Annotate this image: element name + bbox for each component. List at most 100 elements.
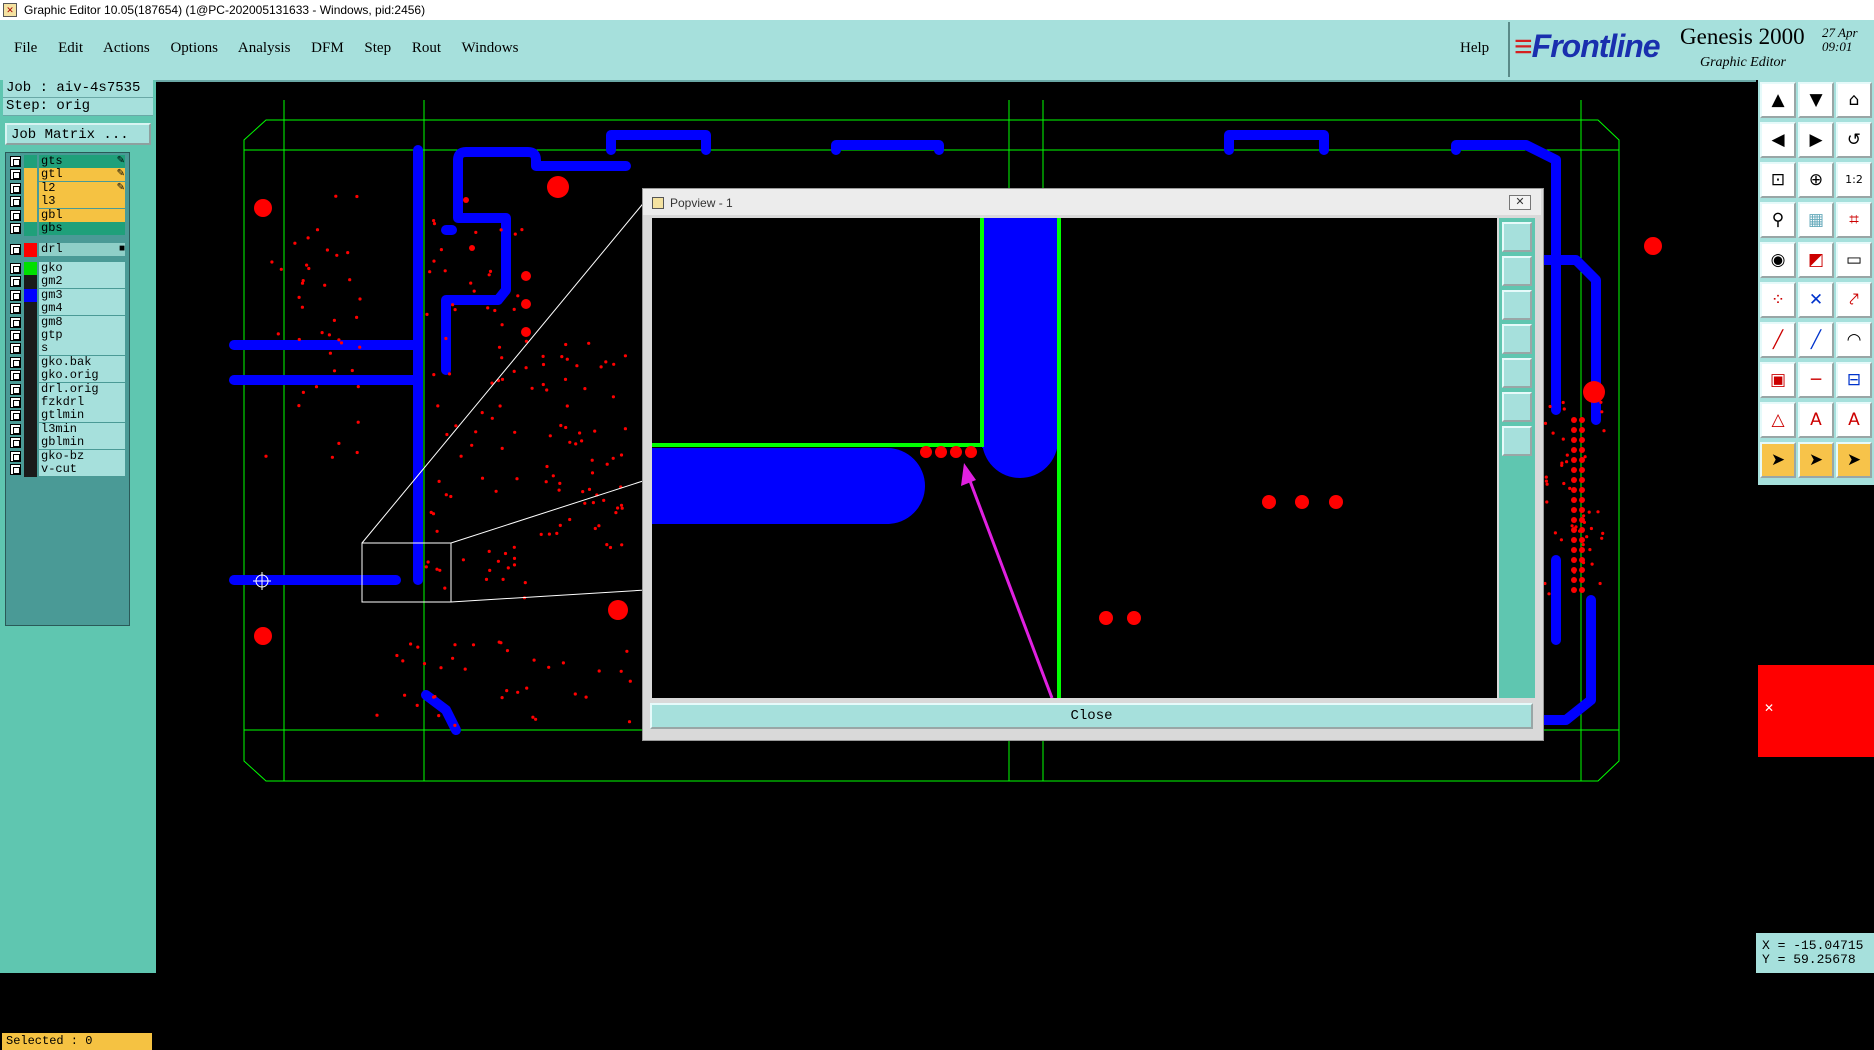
- layer-row[interactable]: gko: [8, 262, 127, 276]
- layer-row[interactable]: v-cut: [8, 463, 127, 477]
- move-right-button[interactable]: ▶: [1798, 122, 1834, 158]
- menu-help[interactable]: Help: [1460, 40, 1489, 57]
- pan-up-button[interactable]: [1502, 256, 1532, 286]
- home-button[interactable]: ⌂: [1836, 82, 1872, 118]
- snap-button[interactable]: ⚲: [1760, 202, 1796, 238]
- layer-checkbox[interactable]: [10, 182, 21, 194]
- layer-checkbox[interactable]: [10, 410, 21, 422]
- pan-down-button[interactable]: [1502, 290, 1532, 320]
- layer-checkbox[interactable]: [10, 209, 21, 221]
- net-button[interactable]: ⌗: [1836, 202, 1872, 238]
- trace-button[interactable]: ─: [1798, 362, 1834, 398]
- menu-edit[interactable]: Edit: [58, 40, 83, 56]
- layer-checkbox[interactable]: [10, 356, 21, 368]
- layer-row[interactable]: gtl ✎: [8, 168, 127, 183]
- zoom-out-button[interactable]: [1502, 426, 1532, 456]
- select-arrow-button[interactable]: ➤: [1760, 442, 1796, 478]
- menu-rout[interactable]: Rout: [412, 40, 441, 56]
- layer-checkbox[interactable]: [10, 169, 21, 181]
- layer-checkbox[interactable]: [10, 276, 21, 288]
- menu-analysis[interactable]: Analysis: [238, 40, 291, 56]
- zoom-fit-button[interactable]: ⊡: [1760, 162, 1796, 198]
- layer-checkbox[interactable]: [10, 383, 21, 395]
- popview-canvas[interactable]: [652, 218, 1497, 698]
- layer-row[interactable]: gbl: [8, 208, 127, 223]
- shape-button[interactable]: ◩: [1798, 242, 1834, 278]
- zoom-in-button[interactable]: [1502, 392, 1532, 422]
- layer-checkbox[interactable]: [10, 330, 21, 341]
- layer-row[interactable]: gtp: [8, 329, 127, 343]
- pad-button[interactable]: ◉: [1760, 242, 1796, 278]
- layer-checkbox[interactable]: [10, 303, 21, 315]
- layer-row[interactable]: gm3: [8, 288, 127, 303]
- left-panel: Job : aiv-4s7535 Step: orig Job Matrix .…: [0, 80, 156, 1050]
- copper-trace-end: [849, 448, 925, 524]
- layer-row[interactable]: gm8: [8, 315, 127, 330]
- select-touch-button[interactable]: ➤: [1836, 442, 1872, 478]
- cursor-coordinates: X = -15.04715 Y = 59.25678: [1756, 933, 1874, 973]
- layer-checkbox[interactable]: [10, 196, 21, 208]
- pan-left-button[interactable]: [1502, 324, 1532, 354]
- pan-right-button[interactable]: [1502, 358, 1532, 388]
- menu-step[interactable]: Step: [364, 40, 391, 56]
- drc-button[interactable]: △: [1760, 402, 1796, 438]
- arc-button[interactable]: ◠: [1836, 322, 1872, 358]
- scale-button[interactable]: 1:2: [1836, 162, 1872, 198]
- layer-row[interactable]: gm2: [8, 275, 127, 290]
- slope-button[interactable]: ╱: [1798, 322, 1834, 358]
- layer-checkbox[interactable]: [10, 437, 21, 449]
- layer-checkbox[interactable]: [10, 397, 21, 408]
- menu-file[interactable]: File: [14, 40, 37, 56]
- layer-checkbox[interactable]: [10, 316, 21, 328]
- layer-checkbox[interactable]: [10, 423, 21, 435]
- layer-row[interactable]: l2 ✎: [8, 181, 127, 196]
- ruler-button[interactable]: ▭: [1836, 242, 1872, 278]
- layer-checkbox[interactable]: [10, 370, 21, 382]
- layer-checkbox[interactable]: [10, 156, 21, 167]
- layer-checkbox[interactable]: [10, 263, 21, 274]
- measure-box-icon: ⊟: [1846, 370, 1862, 390]
- layer-row[interactable]: gts ✎: [8, 155, 127, 169]
- job-matrix-button[interactable]: Job Matrix ...: [5, 123, 151, 145]
- popview-close-button[interactable]: Close: [650, 703, 1533, 729]
- move-left-button[interactable]: ◀: [1760, 122, 1796, 158]
- layer-checkbox[interactable]: [10, 289, 21, 301]
- menu-options[interactable]: Options: [170, 40, 218, 56]
- cross-button[interactable]: ✕: [1798, 282, 1834, 318]
- layer-checkbox[interactable]: [10, 343, 21, 355]
- layer-row[interactable]: gm4: [8, 302, 127, 317]
- layer-name: l2: [39, 181, 125, 195]
- drc-b-icon: A: [1848, 410, 1860, 430]
- move-left-icon: ◀: [1771, 130, 1785, 150]
- branch-button[interactable]: ⤤: [1836, 282, 1872, 318]
- layer-name: gblmin: [39, 436, 125, 450]
- layer-checkbox[interactable]: [10, 223, 21, 234]
- layer-checkbox[interactable]: [10, 450, 21, 462]
- menu-dfm[interactable]: DFM: [311, 40, 344, 56]
- drc-b-button[interactable]: A: [1836, 402, 1872, 438]
- layer-color-swatch: [24, 315, 37, 330]
- popview-close-icon[interactable]: ✕: [1509, 195, 1531, 210]
- undo-redo-button[interactable]: ↺: [1836, 122, 1872, 158]
- frontline-logo: ≡Frontline Genesis 2000 Graphic Editor 2…: [1508, 22, 1874, 77]
- layer-row[interactable]: drl ■: [8, 243, 127, 257]
- line-button[interactable]: ╱: [1760, 322, 1796, 358]
- layer-row[interactable]: gbs: [8, 222, 127, 236]
- grid-button[interactable]: ▦: [1798, 202, 1834, 238]
- layer-checkbox[interactable]: [10, 244, 21, 255]
- layer-name: s: [39, 342, 125, 356]
- layer-checkbox[interactable]: [10, 464, 21, 475]
- select-box-button[interactable]: ➤: [1798, 442, 1834, 478]
- annotation-arrow: [965, 472, 1054, 698]
- menu-windows[interactable]: Windows: [462, 40, 519, 56]
- measure-button[interactable]: ▣: [1760, 362, 1796, 398]
- zoom-center-button[interactable]: ⊕: [1798, 162, 1834, 198]
- drc-a-button[interactable]: A: [1798, 402, 1834, 438]
- connect-button[interactable]: ⁘: [1760, 282, 1796, 318]
- zoom-fit-button[interactable]: [1502, 222, 1532, 252]
- move-down-button[interactable]: ▼: [1798, 82, 1834, 118]
- measure-box-button[interactable]: ⊟: [1836, 362, 1872, 398]
- menu-actions[interactable]: Actions: [103, 40, 150, 56]
- move-up-button[interactable]: ▲: [1760, 82, 1796, 118]
- layer-row[interactable]: l3: [8, 195, 127, 210]
